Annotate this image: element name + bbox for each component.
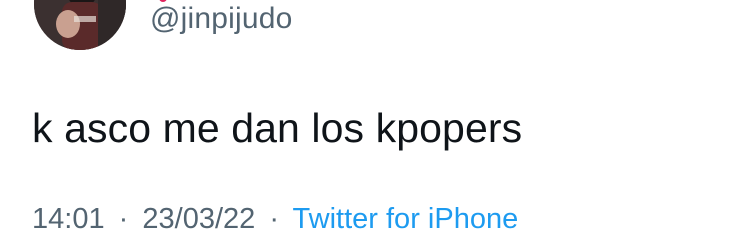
user-handle[interactable]: @jinpijudo	[150, 2, 293, 36]
tweet-text: k asco me dan los kpopers	[32, 105, 523, 151]
avatar[interactable]	[34, 0, 126, 50]
avatar-image	[34, 0, 126, 50]
tweet-source-link[interactable]: Twitter for iPhone	[293, 203, 519, 235]
meta-separator: ·	[118, 203, 129, 235]
tweet: @jinpijudo k asco me dan los kpopers 14:…	[0, 0, 749, 249]
tweet-date[interactable]: 23/03/22	[142, 203, 255, 235]
meta-separator: ·	[269, 203, 279, 235]
tweet-time[interactable]: 14:01	[32, 203, 105, 235]
tweet-metadata: 14:01 · 23/03/22 · Twitter for iPhone	[32, 202, 518, 236]
